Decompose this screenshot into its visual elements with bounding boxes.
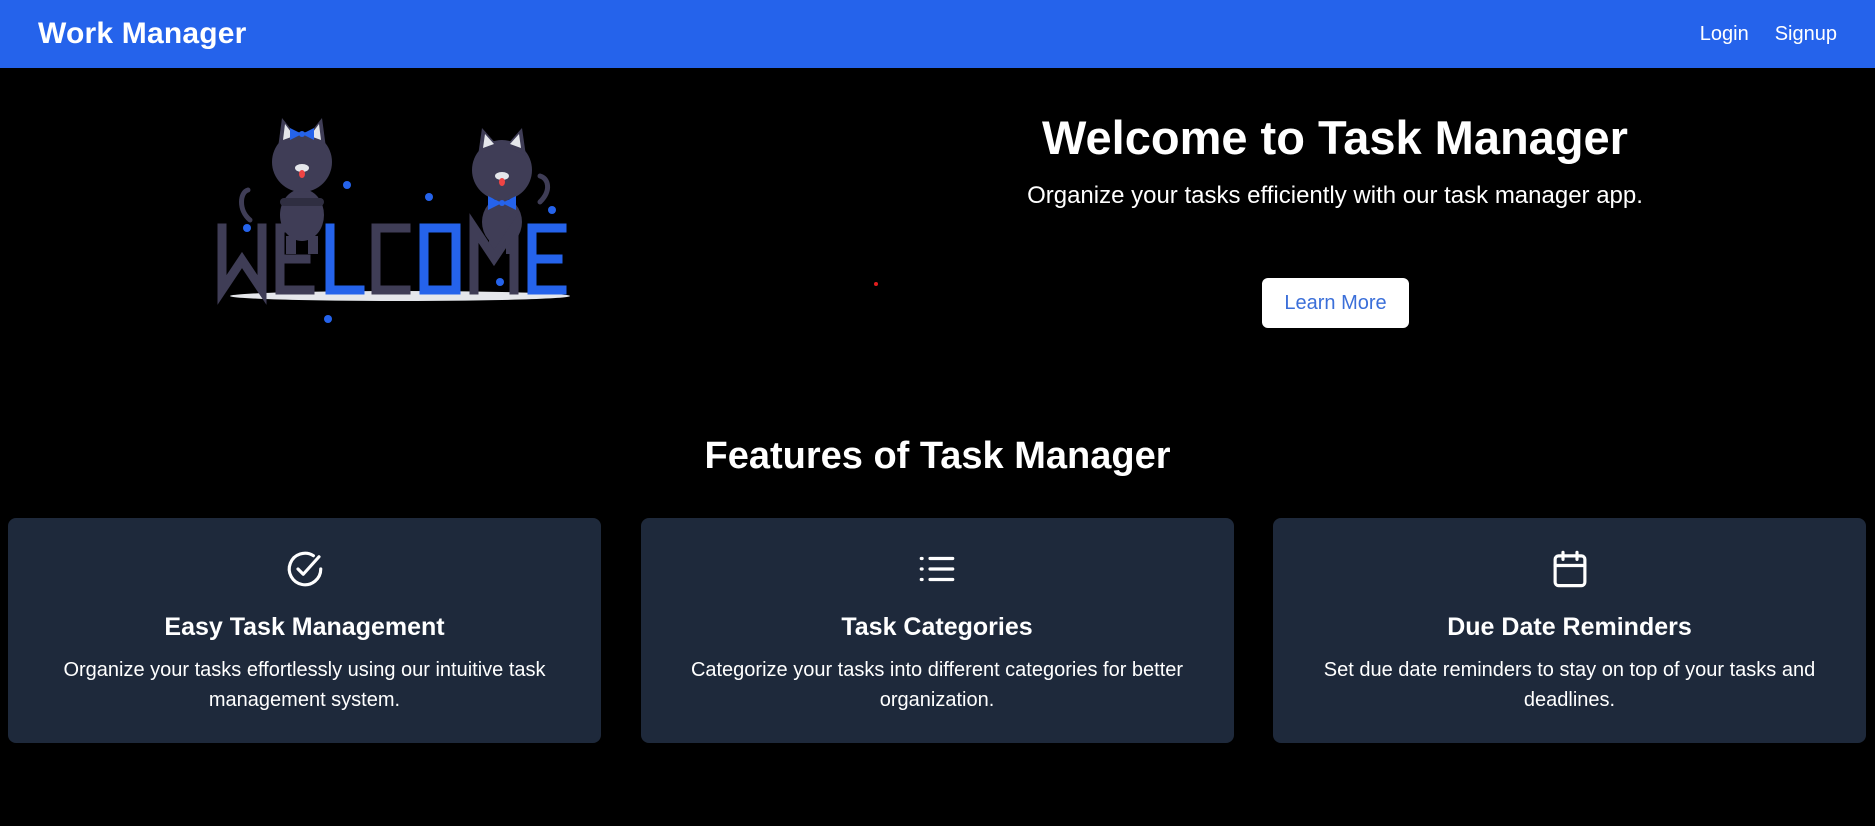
card-description: Categorize your tasks into different cat… — [690, 659, 1184, 711]
features-cards: Easy Task Management Organize your tasks… — [8, 518, 1866, 743]
feature-card-due-date-reminders: Due Date Reminders Set due date reminder… — [1273, 518, 1866, 743]
red-dot-marker — [874, 282, 878, 286]
hero-subtitle: Organize your tasks efficiently with our… — [1027, 182, 1643, 209]
calendar-icon — [1549, 548, 1591, 590]
list-icon — [916, 548, 958, 590]
brand-logo[interactable]: Work Manager — [38, 17, 247, 51]
signup-link[interactable]: Signup — [1775, 23, 1837, 46]
features-title: Features of Task Manager — [704, 435, 1171, 477]
navbar: Work Manager Login Signup — [0, 0, 1875, 68]
feature-card-easy-task-management: Easy Task Management Organize your tasks… — [8, 518, 601, 743]
nav-links: Login Signup — [1700, 23, 1837, 46]
hero-section: Welcome to Task Manager Organize your ta… — [935, 110, 1735, 212]
card-title: Easy Task Management — [164, 613, 445, 641]
card-description: Set due date reminders to stay on top of… — [1323, 659, 1816, 711]
card-description: Organize your tasks effortlessly using o… — [63, 659, 546, 711]
learn-more-button[interactable]: Learn More — [1262, 278, 1409, 328]
feature-card-task-categories: Task Categories Categorize your tasks in… — [640, 518, 1234, 743]
card-title: Task Categories — [841, 613, 1033, 641]
hero-title: Welcome to Task Manager — [1042, 111, 1628, 164]
login-link[interactable]: Login — [1700, 23, 1749, 46]
check-circle-icon — [284, 548, 326, 590]
card-title: Due Date Reminders — [1447, 613, 1692, 641]
welcome-cats-illustration — [210, 110, 590, 330]
